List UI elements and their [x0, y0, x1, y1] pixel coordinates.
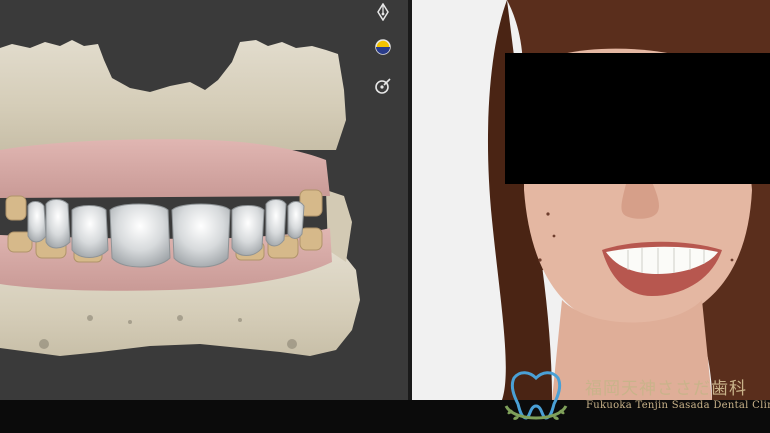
privacy-redaction-bar [505, 53, 770, 184]
dental-scan-model[interactable] [0, 0, 408, 400]
tool-rail [368, 0, 398, 120]
clinic-name-english: Fukuoka Tenjin Sasada Dental Clinic [586, 400, 770, 411]
pen-tip-icon[interactable] [371, 0, 395, 24]
shading-toggle-icon[interactable] [371, 35, 395, 59]
clinic-logo-icon [504, 371, 568, 420]
scan-viewport[interactable] [0, 0, 408, 400]
measure-target-icon[interactable] [371, 74, 395, 98]
clinic-name-japanese: 福岡天神ささだ歯科 [585, 379, 747, 399]
